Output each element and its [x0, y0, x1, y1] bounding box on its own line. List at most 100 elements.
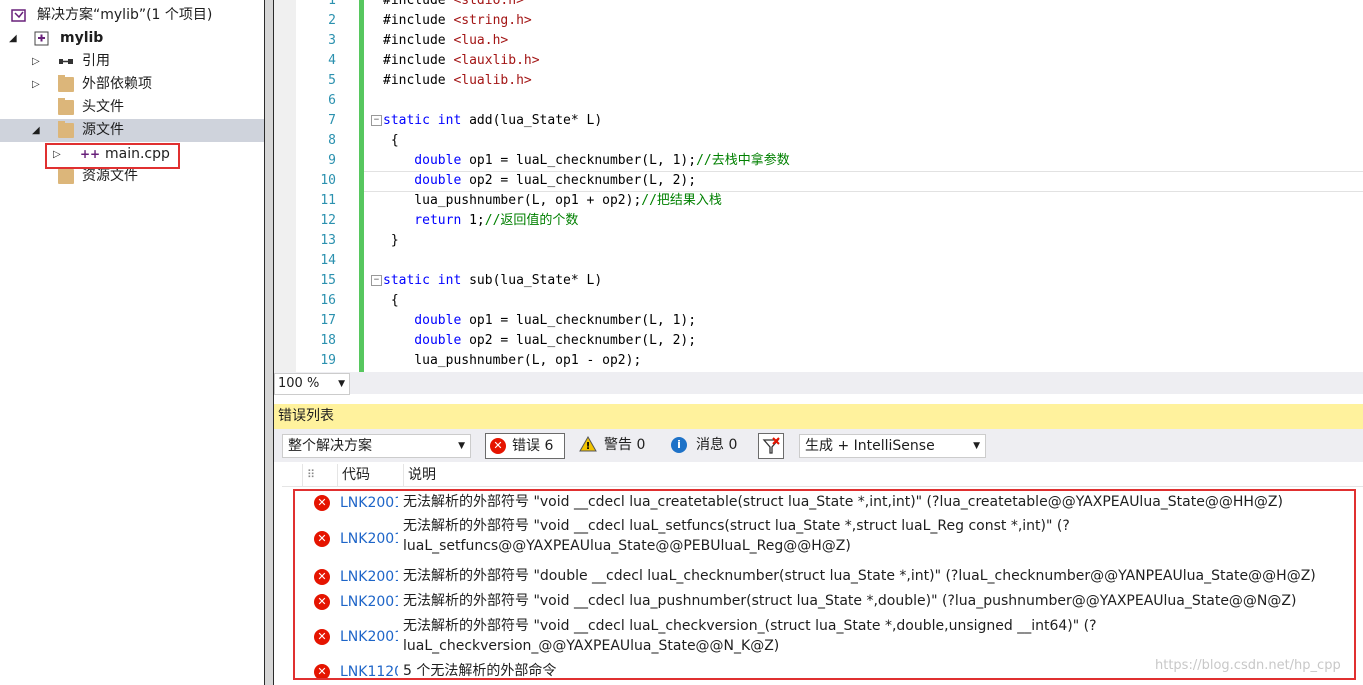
- code-line[interactable]: 1 #include <stdio.h>: [274, 0, 1363, 11]
- code-line[interactable]: 11 lua_pushnumber(L, op1 + op2);//把结果入栈: [274, 191, 1363, 211]
- line-number: 15: [320, 273, 336, 288]
- code-text: return 1;//返回值的个数: [383, 211, 578, 231]
- code-comment: //去栈中拿参数: [696, 153, 790, 168]
- code-text: static int add(lua_State* L): [383, 111, 602, 131]
- col-desc-header[interactable]: 说明: [403, 464, 1308, 486]
- error-icon: ✕: [490, 438, 506, 454]
- zoom-value: 100 %: [278, 376, 320, 391]
- folder-icon: [58, 121, 74, 138]
- code-line[interactable]: 13 }: [274, 231, 1363, 251]
- references-icon: [58, 54, 74, 69]
- code-text: lua_pushnumber(L, op1 - op2);: [383, 351, 641, 371]
- scope-dropdown[interactable]: 整个解决方案 ▼: [282, 434, 471, 458]
- col-code-header[interactable]: 代码: [337, 464, 402, 486]
- chevron-down-icon: ▼: [458, 441, 465, 451]
- code-text: double op1 = luaL_checknumber(L, 1);: [383, 311, 696, 331]
- code-line[interactable]: 4 #include <lauxlib.h>: [274, 51, 1363, 71]
- solution-node[interactable]: 解决方案“mylib”(1 个项目): [0, 4, 264, 27]
- code-string: <lua.h>: [453, 33, 509, 48]
- messages-filter-button[interactable]: i 消息 0: [669, 433, 747, 457]
- code-token: }: [383, 233, 399, 248]
- code-comment: //返回值的个数: [484, 213, 579, 228]
- expanded-arrow-icon[interactable]: ◢: [32, 119, 40, 142]
- code-line[interactable]: 2 #include <string.h>: [274, 11, 1363, 31]
- code-line[interactable]: 7 static int add(lua_State* L): [274, 111, 1363, 131]
- line-number: 14: [320, 253, 336, 268]
- code-line[interactable]: 9 double op1 = luaL_checknumber(L, 1);//…: [274, 151, 1363, 171]
- warning-icon: !: [579, 435, 597, 460]
- code-line[interactable]: 8 {: [274, 131, 1363, 151]
- code-text: }: [383, 231, 399, 251]
- code-keyword: static: [383, 113, 438, 128]
- tree-item-references[interactable]: ▷ 引用: [0, 50, 264, 73]
- tree-item-external-deps[interactable]: ▷ 外部依赖项: [0, 73, 264, 96]
- code-text: #include <stdio.h>: [383, 0, 524, 11]
- filter-clear-button[interactable]: [758, 433, 784, 459]
- code-keyword: int: [437, 113, 470, 128]
- code-comment: //把结果入栈: [641, 193, 722, 208]
- project-icon: [34, 31, 50, 46]
- code-token: #include: [383, 0, 454, 8]
- code-text: lua_pushnumber(L, op1 + op2);//把结果入栈: [383, 191, 722, 211]
- tree-item-label: 引用: [82, 53, 110, 69]
- tree-item-sources[interactable]: ◢ 源文件: [0, 119, 264, 142]
- filter-icon: [762, 437, 780, 463]
- collapsed-arrow-icon[interactable]: ▷: [32, 73, 40, 96]
- code-line[interactable]: 5 #include <lualib.h>: [274, 71, 1363, 91]
- build-filter-dropdown[interactable]: 生成 + IntelliSense ▼: [799, 434, 986, 458]
- code-line[interactable]: 15 static int sub(lua_State* L): [274, 271, 1363, 291]
- chevron-down-icon: ▼: [973, 441, 980, 451]
- code-line[interactable]: 18 double op2 = luaL_checknumber(L, 2);: [274, 331, 1363, 351]
- fold-toggle-icon[interactable]: −: [371, 115, 382, 126]
- solution-label: 解决方案“mylib”(1 个项目): [37, 7, 213, 23]
- error-list-toolbar: 整个解决方案 ▼ ✕ 错误 6 ! 警告 0 i 消息 0 生成 + Intel…: [274, 429, 1363, 462]
- svg-text:!: !: [586, 441, 591, 452]
- code-line[interactable]: 10 double op2 = luaL_checknumber(L, 2);: [274, 171, 1363, 191]
- messages-filter-label: 消息 0: [696, 437, 738, 453]
- code-token: 1;: [469, 213, 485, 228]
- tree-item-headers[interactable]: 头文件: [0, 96, 264, 119]
- line-number: 2: [328, 13, 336, 28]
- code-keyword: static: [383, 273, 438, 288]
- line-number: 9: [328, 153, 336, 168]
- tree-item-label: 源文件: [82, 122, 124, 138]
- line-number: 17: [320, 313, 336, 328]
- code-line[interactable]: 14: [274, 251, 1363, 271]
- line-number: 13: [320, 233, 336, 248]
- code-text: static int sub(lua_State* L): [383, 271, 602, 291]
- code-text: double op2 = luaL_checknumber(L, 2);: [383, 171, 696, 191]
- code-editor[interactable]: 1 #include <stdio.h> 2 #include <string.h> 3…: [274, 0, 1363, 372]
- code-line[interactable]: 3 #include <lua.h>: [274, 31, 1363, 51]
- code-keyword: double: [383, 313, 470, 328]
- collapsed-arrow-icon[interactable]: ▷: [32, 50, 40, 73]
- code-token: #include: [383, 73, 454, 88]
- code-line[interactable]: 17 double op1 = luaL_checknumber(L, 1);: [274, 311, 1363, 331]
- errors-filter-label: 错误 6: [512, 438, 554, 454]
- code-line[interactable]: 12 return 1;//返回值的个数: [274, 211, 1363, 231]
- error-list-title: 错误列表: [278, 408, 334, 424]
- code-line[interactable]: 19 lua_pushnumber(L, op1 - op2);: [274, 351, 1363, 371]
- code-token: sub(lua_State* L): [469, 273, 603, 288]
- code-text: #include <string.h>: [383, 11, 532, 31]
- line-number: 6: [328, 93, 336, 108]
- warnings-filter-button[interactable]: ! 警告 0: [577, 433, 655, 457]
- fold-toggle-icon[interactable]: −: [371, 275, 382, 286]
- highlight-box: [293, 489, 1356, 680]
- folder-icon: [58, 98, 74, 115]
- error-list-title-bar: 错误列表: [274, 404, 1363, 429]
- code-token: {: [383, 293, 399, 308]
- line-number: 11: [320, 193, 336, 208]
- project-node[interactable]: ◢ mylib: [0, 27, 264, 50]
- expanded-arrow-icon[interactable]: ◢: [9, 27, 17, 50]
- error-table-header: ⠿ 代码 说明: [282, 464, 1363, 487]
- code-keyword: double: [383, 173, 470, 188]
- code-token: lua_pushnumber(L, op1 - op2);: [383, 353, 642, 368]
- sort-icon[interactable]: ⠿: [302, 464, 337, 486]
- errors-filter-button[interactable]: ✕ 错误 6: [485, 433, 565, 459]
- chevron-down-icon: ▼: [338, 379, 345, 389]
- code-text: {: [383, 291, 399, 311]
- code-line[interactable]: 6: [274, 91, 1363, 111]
- zoom-select[interactable]: 100 % ▼: [274, 373, 350, 395]
- line-number: 3: [328, 33, 336, 48]
- code-line[interactable]: 16 {: [274, 291, 1363, 311]
